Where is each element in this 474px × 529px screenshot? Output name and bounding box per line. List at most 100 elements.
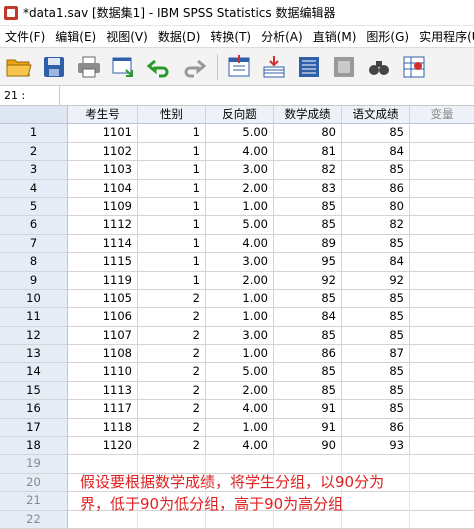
table-cell[interactable]: 85 — [274, 197, 342, 217]
table-cell[interactable]: 4.00 — [206, 142, 274, 162]
table-cell[interactable]: 85 — [342, 124, 410, 143]
table-cell[interactable] — [410, 198, 474, 217]
table-cell[interactable]: 1110 — [68, 363, 138, 382]
row-number[interactable]: 2 — [0, 142, 68, 162]
table-cell[interactable]: 1 — [138, 197, 206, 217]
table-cell[interactable]: 2.00 — [206, 381, 274, 401]
table-cell[interactable]: 2 — [138, 437, 206, 456]
find-icon[interactable] — [329, 52, 359, 82]
save-icon[interactable] — [39, 52, 69, 82]
table-cell[interactable]: 3.00 — [206, 326, 274, 346]
table-cell[interactable]: 1.00 — [206, 308, 274, 327]
row-number[interactable]: 15 — [0, 381, 68, 401]
table-cell[interactable]: 90 — [274, 437, 342, 456]
table-cell[interactable]: 5.00 — [206, 363, 274, 382]
table-cell[interactable] — [410, 345, 474, 364]
row-number[interactable]: 20 — [0, 473, 68, 493]
table-cell[interactable]: 2 — [138, 326, 206, 346]
table-cell[interactable]: 2.00 — [206, 271, 274, 290]
table-cell[interactable]: 1 — [138, 179, 206, 198]
table-cell[interactable]: 85 — [274, 326, 342, 346]
column-header[interactable]: 变量 — [410, 106, 474, 125]
table-cell[interactable]: 1101 — [68, 124, 138, 143]
table-cell[interactable]: 1115 — [68, 253, 138, 272]
table-cell[interactable]: 83 — [274, 179, 342, 198]
table-cell[interactable]: 84 — [342, 142, 410, 162]
table-cell[interactable]: 1112 — [68, 216, 138, 235]
table-cell[interactable]: 85 — [274, 289, 342, 309]
variables-icon[interactable] — [294, 52, 324, 82]
column-header[interactable]: 性别 — [138, 106, 206, 125]
menu-file[interactable]: 文件(F) — [0, 28, 50, 45]
column-header[interactable]: 语文成绩 — [342, 106, 410, 125]
table-cell[interactable]: 91 — [274, 418, 342, 438]
table-cell[interactable]: 4.00 — [206, 234, 274, 254]
table-cell[interactable] — [410, 124, 474, 143]
table-cell[interactable]: 5.00 — [206, 124, 274, 143]
table-cell[interactable] — [410, 419, 474, 438]
cell-value-input[interactable] — [60, 86, 474, 105]
table-cell[interactable] — [410, 382, 474, 401]
print-icon[interactable] — [74, 52, 104, 82]
table-cell[interactable] — [410, 143, 474, 162]
table-cell[interactable]: 93 — [342, 437, 410, 456]
table-cell[interactable]: 1119 — [68, 271, 138, 290]
table-cell[interactable]: 1 — [138, 124, 206, 143]
menu-analyze[interactable]: 分析(A) — [256, 28, 308, 45]
table-cell[interactable]: 1104 — [68, 179, 138, 198]
table-cell[interactable]: 1.00 — [206, 418, 274, 438]
table-cell[interactable]: 80 — [342, 197, 410, 217]
row-number[interactable]: 5 — [0, 197, 68, 217]
table-cell[interactable]: 85 — [342, 363, 410, 382]
open-folder-icon[interactable] — [4, 52, 34, 82]
table-cell[interactable] — [410, 308, 474, 327]
table-cell[interactable]: 87 — [342, 345, 410, 364]
table-cell[interactable]: 85 — [274, 381, 342, 401]
table-cell[interactable]: 1102 — [68, 142, 138, 162]
binoculars-icon[interactable] — [364, 52, 394, 82]
table-cell[interactable]: 85 — [342, 234, 410, 254]
row-number[interactable]: 6 — [0, 216, 68, 235]
column-header[interactable]: 反向题 — [206, 106, 274, 125]
table-cell[interactable]: 1 — [138, 234, 206, 254]
row-number[interactable]: 16 — [0, 400, 68, 419]
table-cell[interactable]: 84 — [342, 253, 410, 272]
table-cell[interactable]: 89 — [274, 234, 342, 254]
row-number[interactable]: 21 — [0, 492, 68, 511]
table-cell[interactable]: 85 — [342, 308, 410, 327]
table-cell[interactable]: 91 — [274, 400, 342, 419]
row-number[interactable]: 7 — [0, 234, 68, 254]
table-cell[interactable] — [410, 290, 474, 309]
row-number[interactable]: 1 — [0, 124, 68, 143]
table-cell[interactable]: 85 — [342, 326, 410, 346]
table-cell[interactable]: 1 — [138, 161, 206, 180]
table-cell[interactable]: 86 — [342, 179, 410, 198]
row-number[interactable]: 14 — [0, 363, 68, 382]
table-cell[interactable]: 85 — [342, 381, 410, 401]
table-cell[interactable]: 84 — [274, 308, 342, 327]
table-cell[interactable] — [410, 327, 474, 346]
table-cell[interactable]: 2 — [138, 308, 206, 327]
table-cell[interactable]: 95 — [274, 253, 342, 272]
table-cell[interactable] — [410, 235, 474, 254]
table-cell[interactable]: 92 — [274, 271, 342, 290]
table-cell[interactable]: 1117 — [68, 400, 138, 419]
goto-case-icon[interactable] — [224, 52, 254, 82]
table-cell[interactable]: 5.00 — [206, 216, 274, 235]
table-cell[interactable]: 82 — [274, 161, 342, 180]
table-cell[interactable]: 1118 — [68, 418, 138, 438]
insert-cases-icon[interactable] — [399, 52, 429, 82]
row-number[interactable]: 10 — [0, 289, 68, 309]
row-number[interactable]: 22 — [0, 510, 68, 529]
table-cell[interactable]: 85 — [274, 363, 342, 382]
table-cell[interactable]: 1.00 — [206, 345, 274, 364]
table-cell[interactable]: 4.00 — [206, 400, 274, 419]
table-cell[interactable] — [410, 272, 474, 290]
column-header[interactable]: 数学成绩 — [274, 106, 342, 125]
table-cell[interactable]: 1 — [138, 271, 206, 290]
table-cell[interactable]: 4.00 — [206, 437, 274, 456]
row-number[interactable]: 3 — [0, 161, 68, 180]
menu-direct-marketing[interactable]: 直销(M) — [308, 28, 362, 45]
table-cell[interactable] — [410, 400, 474, 419]
row-number[interactable]: 8 — [0, 253, 68, 272]
